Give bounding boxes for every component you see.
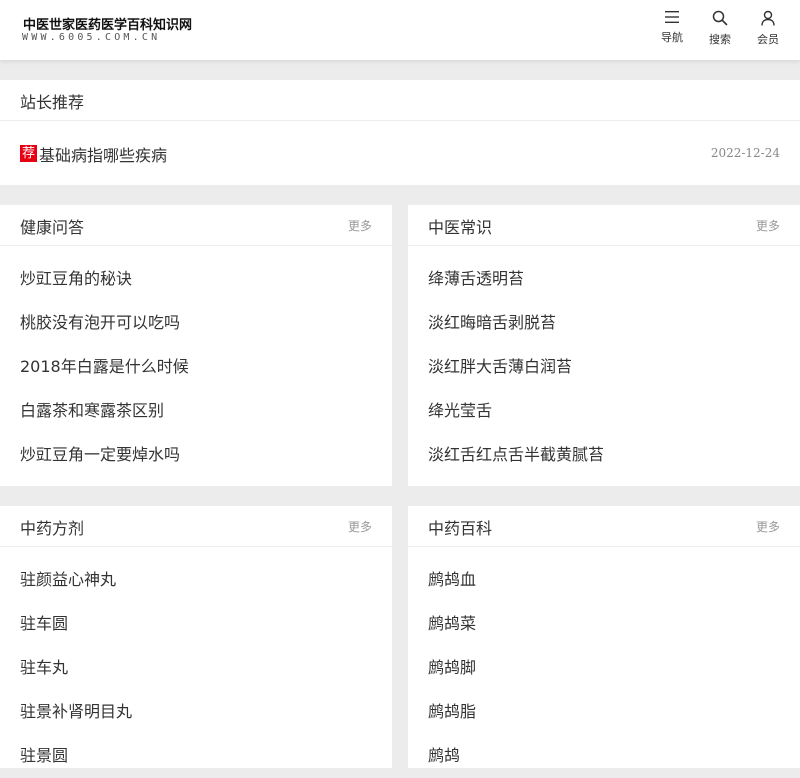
nav-menu-label: 导航 [661, 31, 683, 44]
article-link[interactable]: 鹧鸪脂 [428, 702, 476, 721]
article-link[interactable]: 绛光莹舌 [428, 401, 492, 420]
recommend-date: 2022-12-24 [710, 146, 780, 160]
article-list: 炒豇豆角的秘诀 桃胶没有泡开可以吃吗 2018年白露是什么时候 白露茶和寒露茶区… [0, 246, 392, 477]
list-item[interactable]: 桃胶没有泡开可以吃吗 [0, 301, 392, 345]
nav-menu-button[interactable]: 导航 [652, 10, 692, 50]
article-link[interactable]: 鹧鸪血 [428, 570, 476, 589]
section-title: 健康问答 [20, 218, 85, 237]
search-label: 搜索 [709, 33, 731, 46]
list-item[interactable]: 炒豇豆角的秘诀 [0, 257, 392, 301]
article-link[interactable]: 淡红舌红点舌半截黄腻苔 [428, 445, 604, 464]
list-item[interactable]: 鹧鸪脚 [408, 646, 800, 690]
recommend-section: 站长推荐 荐 基础病指哪些疾病 2022-12-24 [0, 80, 800, 185]
article-link[interactable]: 驻景补肾明目丸 [20, 702, 132, 721]
list-item[interactable]: 淡红舌红点舌半截黄腻苔 [408, 433, 800, 477]
section-tcm-knowledge: 中医常识 更多 绛薄舌透明苔 淡红晦暗舌剥脱苔 淡红胖大舌薄白润苔 绛光莹舌 淡… [408, 205, 800, 486]
member-button[interactable]: 会员 [748, 10, 788, 50]
list-item[interactable]: 淡红晦暗舌剥脱苔 [408, 301, 800, 345]
search-icon [712, 10, 728, 26]
list-item[interactable]: 驻景补肾明目丸 [0, 690, 392, 734]
user-icon [761, 10, 775, 26]
recommend-header: 站长推荐 [0, 80, 800, 121]
search-button[interactable]: 搜索 [700, 10, 740, 50]
list-item[interactable]: 鹧鸪脂 [408, 690, 800, 734]
article-link[interactable]: 淡红胖大舌薄白润苔 [428, 357, 572, 376]
article-link[interactable]: 驻颜益心神丸 [20, 570, 116, 589]
recommend-link[interactable]: 基础病指哪些疾病 [39, 142, 167, 166]
list-item[interactable]: 鹧鸪 [408, 734, 800, 778]
section-title: 站长推荐 [20, 93, 85, 112]
article-link[interactable]: 白露茶和寒露茶区别 [20, 401, 164, 420]
article-link[interactable]: 炒豇豆角一定要焯水吗 [20, 445, 180, 464]
more-link[interactable]: 更多 [348, 217, 372, 234]
more-link[interactable]: 更多 [756, 217, 780, 234]
list-item[interactable]: 驻车丸 [0, 646, 392, 690]
more-link[interactable]: 更多 [348, 518, 372, 535]
section-formulas: 中药方剂 更多 驻颜益心神丸 驻车圆 驻车丸 驻景补肾明目丸 驻景圆 [0, 506, 392, 768]
article-link[interactable]: 绛薄舌透明苔 [428, 269, 524, 288]
list-item[interactable]: 鹧鸪菜 [408, 602, 800, 646]
list-item[interactable]: 2018年白露是什么时候 [0, 345, 392, 389]
article-list: 驻颜益心神丸 驻车圆 驻车丸 驻景补肾明目丸 驻景圆 [0, 547, 392, 778]
article-link[interactable]: 鹧鸪菜 [428, 614, 476, 633]
list-item[interactable]: 淡红胖大舌薄白润苔 [408, 345, 800, 389]
article-link[interactable]: 鹧鸪 [428, 746, 460, 765]
section-header: 中药百科 更多 [408, 506, 800, 547]
article-link[interactable]: 炒豇豆角的秘诀 [20, 269, 132, 288]
list-item[interactable]: 鹧鸪血 [408, 558, 800, 602]
article-list: 绛薄舌透明苔 淡红晦暗舌剥脱苔 淡红胖大舌薄白润苔 绛光莹舌 淡红舌红点舌半截黄… [408, 246, 800, 477]
recommend-item[interactable]: 荐 基础病指哪些疾病 2022-12-24 [0, 121, 800, 185]
section-title: 中药方剂 [20, 519, 85, 538]
article-link[interactable]: 驻景圆 [20, 746, 68, 765]
section-header: 中药方剂 更多 [0, 506, 392, 547]
article-list: 鹧鸪血 鹧鸪菜 鹧鸪脚 鹧鸪脂 鹧鸪 [408, 547, 800, 778]
article-link[interactable]: 鹧鸪脚 [428, 658, 476, 677]
section-herbs: 中药百科 更多 鹧鸪血 鹧鸪菜 鹧鸪脚 鹧鸪脂 鹧鸪 [408, 506, 800, 768]
member-label: 会员 [757, 33, 779, 46]
list-item[interactable]: 驻景圆 [0, 734, 392, 778]
site-title[interactable]: 中医世家医药医学百科知识网 [23, 14, 192, 33]
recommend-badge: 荐 [20, 145, 37, 162]
section-header: 健康问答 更多 [0, 205, 392, 246]
list-item[interactable]: 绛薄舌透明苔 [408, 257, 800, 301]
section-health-qa: 健康问答 更多 炒豇豆角的秘诀 桃胶没有泡开可以吃吗 2018年白露是什么时候 … [0, 205, 392, 486]
article-link[interactable]: 桃胶没有泡开可以吃吗 [20, 313, 180, 332]
article-link[interactable]: 驻车丸 [20, 658, 68, 677]
menu-icon [665, 11, 679, 23]
list-item[interactable]: 炒豇豆角一定要焯水吗 [0, 433, 392, 477]
more-link[interactable]: 更多 [756, 518, 780, 535]
list-item[interactable]: 驻颜益心神丸 [0, 558, 392, 602]
list-item[interactable]: 白露茶和寒露茶区别 [0, 389, 392, 433]
section-header: 中医常识 更多 [408, 205, 800, 246]
site-header: 中医世家医药医学百科知识网 WWW.6005.COM.CN 导航 搜索 会员 [0, 0, 800, 60]
article-link[interactable]: 2018年白露是什么时候 [20, 357, 189, 376]
section-title: 中药百科 [428, 519, 493, 538]
list-item[interactable]: 绛光莹舌 [408, 389, 800, 433]
list-item[interactable]: 驻车圆 [0, 602, 392, 646]
article-link[interactable]: 驻车圆 [20, 614, 68, 633]
article-link[interactable]: 淡红晦暗舌剥脱苔 [428, 313, 556, 332]
site-url: WWW.6005.COM.CN [22, 32, 161, 43]
section-title: 中医常识 [428, 218, 493, 237]
